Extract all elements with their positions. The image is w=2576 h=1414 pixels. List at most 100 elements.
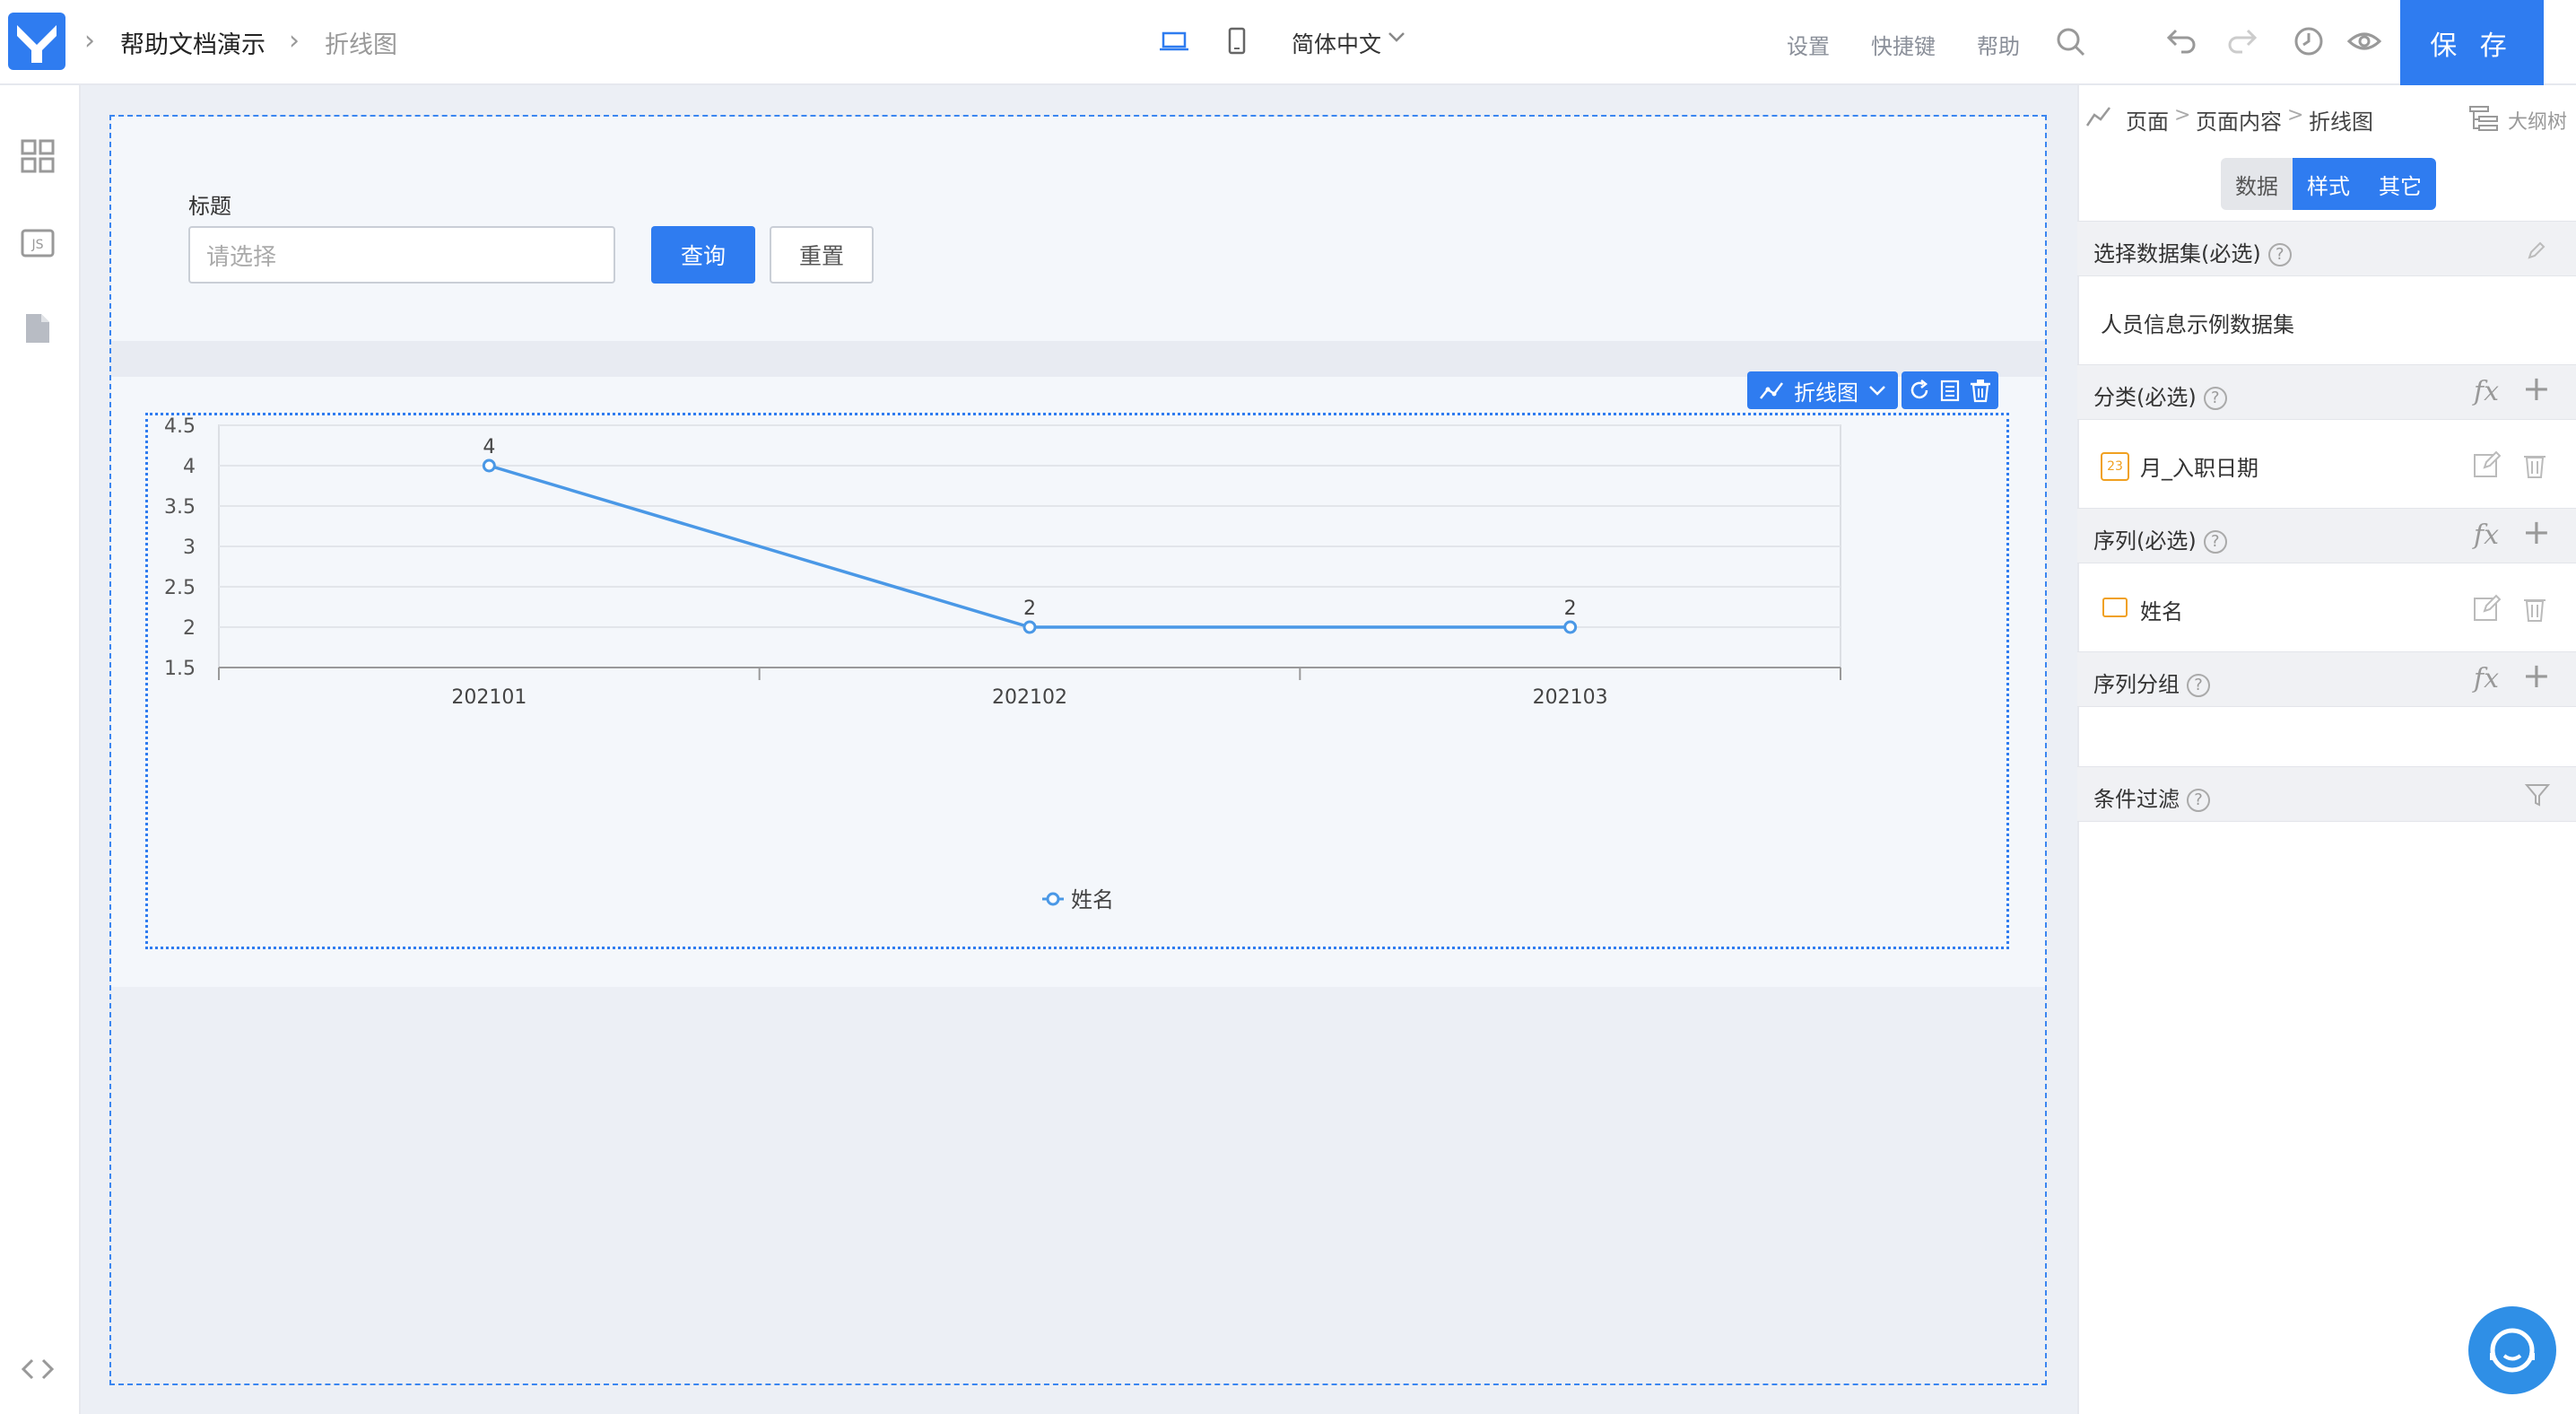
property-panel: [2077, 85, 2576, 1414]
panel-crumb-page[interactable]: 页面: [2126, 104, 2169, 135]
tab-other[interactable]: 其它: [2364, 158, 2436, 210]
js-script-icon[interactable]: JS: [20, 228, 56, 262]
document-icon[interactable]: [23, 312, 52, 348]
legend-label: 姓名: [1071, 887, 1114, 912]
tab-data[interactable]: 数据: [2221, 158, 2293, 210]
formula-fx-icon[interactable]: fx: [2474, 519, 2499, 551]
y-tick-label: 4.5: [164, 415, 196, 438]
breadcrumb-project[interactable]: 帮助文档演示: [120, 25, 265, 60]
y-tick-label: 2: [183, 617, 196, 640]
panel-crumb-content[interactable]: 页面内容: [2196, 104, 2282, 135]
breadcrumb-current: 折线图: [325, 31, 397, 59]
reset-button[interactable]: 重置: [770, 226, 874, 284]
add-plus-icon[interactable]: +: [2522, 656, 2551, 695]
line-chart: 1.5 2 2.5 3 3.5 4 4.5 202101 202102 202103 4 2 2 姓名: [164, 415, 1841, 912]
help-link[interactable]: 帮助: [1977, 29, 2020, 60]
help-icon[interactable]: ?: [2267, 243, 2292, 266]
undo-icon[interactable]: [2165, 27, 2197, 57]
title-field-label: 标题: [188, 194, 231, 219]
data-label: 4: [483, 436, 495, 458]
customer-service-button[interactable]: [2468, 1306, 2556, 1394]
preview-eye-icon[interactable]: [2346, 27, 2382, 59]
series-section-header: 序列(必选)? fx +: [2077, 508, 2576, 563]
shortcuts-link[interactable]: 快捷键: [1871, 29, 1936, 60]
category-section-title: 分类(必选): [2093, 385, 2197, 410]
chevron-right-icon: ›: [84, 25, 95, 57]
components-grid-icon[interactable]: [20, 138, 56, 178]
history-icon[interactable]: [2293, 25, 2325, 61]
series-section-title: 序列(必选): [2093, 528, 2197, 554]
edit-icon[interactable]: [2472, 594, 2502, 626]
outline-tree-label[interactable]: 大纲树: [2508, 106, 2567, 135]
data-label: 2: [1023, 598, 1036, 620]
code-toggle-icon[interactable]: [20, 1355, 56, 1387]
title-select-input[interactable]: 请选择: [188, 226, 615, 284]
dataset-section-header: 选择数据集(必选)?: [2077, 221, 2576, 276]
save-button[interactable]: 保 存: [2400, 0, 2544, 85]
outline-tree-icon[interactable]: [2468, 104, 2499, 136]
delete-icon[interactable]: [2522, 450, 2547, 483]
delete-icon[interactable]: [2522, 594, 2547, 626]
copy-icon[interactable]: [1937, 378, 1962, 403]
redo-icon[interactable]: [2226, 27, 2258, 57]
query-button[interactable]: 查询: [651, 226, 755, 284]
help-icon[interactable]: ?: [2203, 387, 2227, 410]
legend-point-marker: [1046, 892, 1060, 906]
formula-fx-icon[interactable]: fx: [2474, 663, 2499, 694]
x-tick-label: 202103: [1533, 686, 1608, 709]
data-point: [482, 458, 496, 473]
category-section-header: 分类(必选)? fx +: [2077, 364, 2576, 420]
crumb-separator: >: [2174, 104, 2191, 127]
chart-breadcrumb-icon: [2084, 104, 2113, 133]
date-field-icon: 23: [2101, 452, 2129, 481]
dataset-section-title: 选择数据集(必选): [2093, 241, 2261, 266]
data-point: [1563, 620, 1578, 634]
y-tick-label: 2.5: [164, 577, 196, 599]
panel-tabs: 数据 样式 其它: [2221, 158, 2436, 210]
dataset-value[interactable]: 人员信息示例数据集: [2101, 307, 2294, 338]
y-tick-label: 3.5: [164, 496, 196, 519]
add-plus-icon[interactable]: +: [2522, 512, 2551, 552]
category-item[interactable]: 月_入职日期: [2140, 450, 2258, 482]
panel-crumb-current: 折线图: [2309, 109, 2373, 135]
filter-funnel-icon[interactable]: [2524, 781, 2551, 808]
series-group-section-header: 序列分组? fx +: [2077, 651, 2576, 707]
x-tick-label: 202102: [992, 686, 1067, 709]
edit-icon[interactable]: [2472, 450, 2502, 483]
y-tick-label: 4: [183, 456, 196, 478]
line-chart-icon: [1760, 382, 1783, 399]
help-icon[interactable]: ?: [2187, 674, 2210, 697]
help-icon[interactable]: ?: [2203, 530, 2227, 554]
data-label: 2: [1564, 598, 1577, 620]
app-logo[interactable]: [8, 13, 65, 70]
add-plus-icon[interactable]: +: [2522, 369, 2551, 408]
search-icon[interactable]: [2056, 27, 2086, 61]
series-group-section-title: 序列分组: [2093, 672, 2180, 697]
chart-type-selector[interactable]: 折线图: [1747, 371, 1898, 409]
language-select[interactable]: 简体中文: [1292, 27, 1381, 59]
chevron-right-icon: ›: [289, 25, 300, 57]
x-tick-label: 202101: [451, 686, 527, 709]
desktop-view-icon[interactable]: [1159, 29, 1189, 57]
chevron-down-icon[interactable]: [1387, 27, 1406, 50]
help-icon[interactable]: ?: [2187, 789, 2210, 812]
y-tick-label: 3: [183, 537, 196, 559]
mobile-view-icon[interactable]: [1227, 27, 1247, 59]
left-rail: [0, 85, 81, 1414]
headset-icon: [2490, 1328, 2535, 1373]
edit-pencil-icon[interactable]: [2526, 240, 2547, 261]
tab-style[interactable]: 样式: [2293, 158, 2364, 210]
formula-fx-icon[interactable]: fx: [2474, 376, 2499, 407]
chevron-down-icon: [1869, 386, 1885, 396]
data-point: [1023, 620, 1037, 634]
chart-type-label: 折线图: [1794, 380, 1858, 406]
filter-section-header: 条件过滤?: [2077, 766, 2576, 822]
crumb-separator: >: [2287, 104, 2304, 127]
series-item[interactable]: 姓名: [2140, 594, 2183, 625]
refresh-icon[interactable]: [1907, 378, 1932, 403]
svg-text:JS: JS: [30, 238, 43, 252]
settings-link[interactable]: 设置: [1787, 29, 1830, 60]
filter-section-title: 条件过滤: [2093, 787, 2180, 812]
text-field-icon: [2102, 598, 2128, 617]
delete-icon[interactable]: [1968, 378, 1993, 403]
